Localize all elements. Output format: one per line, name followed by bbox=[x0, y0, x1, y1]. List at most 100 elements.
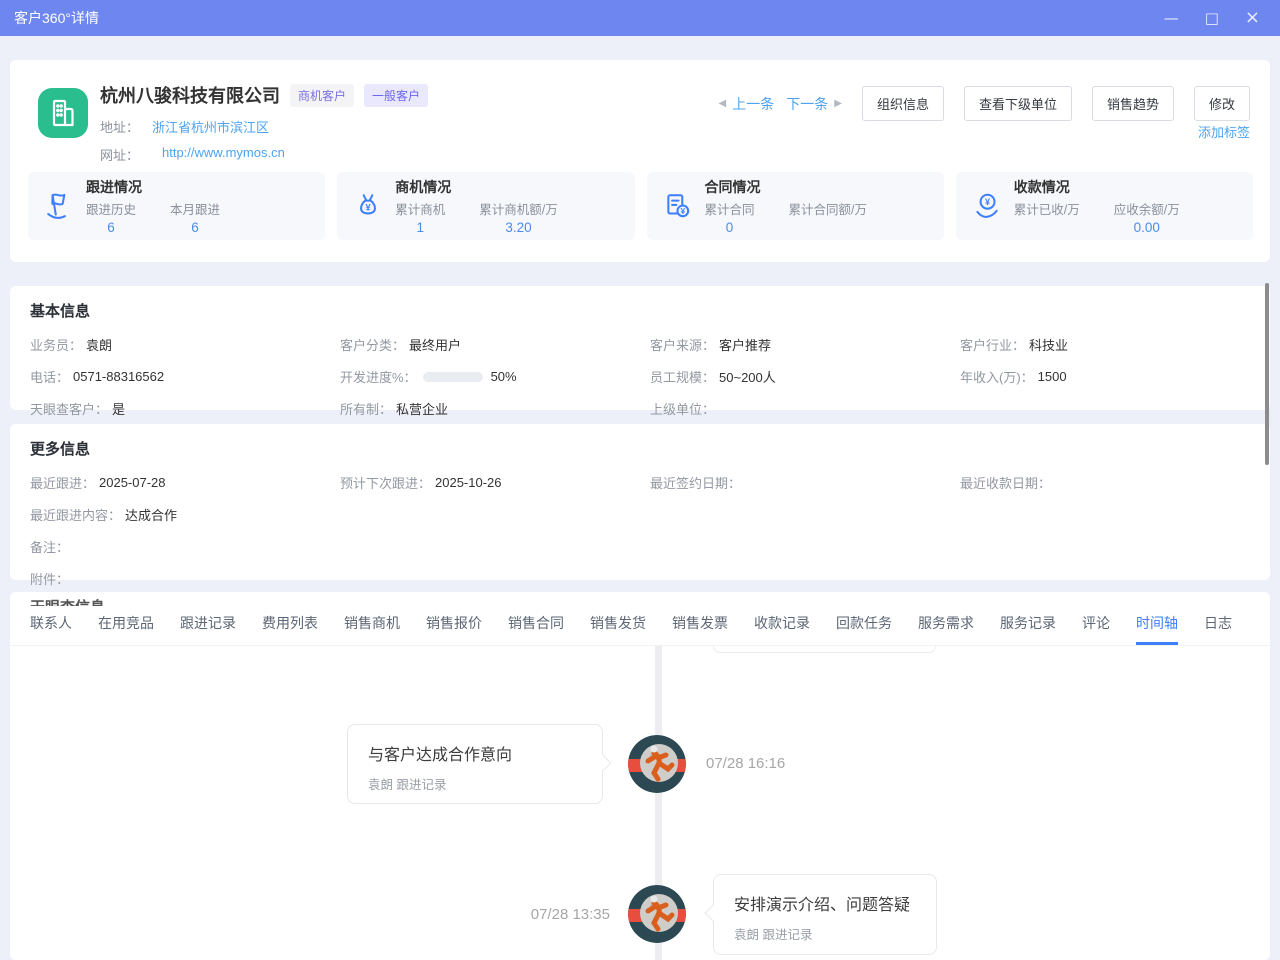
tab-collection-tasks[interactable]: 回款任务 bbox=[836, 606, 892, 645]
sales-trend-button[interactable]: 销售趋势 bbox=[1092, 86, 1174, 121]
tab-sales-contract[interactable]: 销售合同 bbox=[508, 606, 564, 645]
stat-title: 收款情况 bbox=[1014, 177, 1214, 197]
tab-follow-records[interactable]: 跟进记录 bbox=[180, 606, 236, 645]
tab-sales-opportunity[interactable]: 销售商机 bbox=[344, 606, 400, 645]
close-icon[interactable]: × bbox=[1245, 9, 1260, 27]
timeline-entry-card[interactable]: 安排演示介绍、问题答疑 袁朗 跟进记录 bbox=[713, 874, 937, 955]
address-link[interactable]: 浙江省杭州市滨江区 bbox=[152, 117, 269, 136]
website-label: 网址： bbox=[100, 145, 162, 164]
avatar bbox=[628, 885, 686, 943]
next-arrow-icon[interactable]: ▶ bbox=[834, 98, 842, 109]
building-icon bbox=[46, 96, 80, 130]
contract-icon: ¥ bbox=[663, 191, 693, 221]
scrollbar-thumb[interactable] bbox=[1265, 283, 1269, 465]
customer-tag-general: 一般客户 bbox=[364, 84, 428, 107]
tab-logs[interactable]: 日志 bbox=[1204, 606, 1232, 645]
basic-info-card: 基本信息 业务员：袁朗 客户分类：最终用户 客户来源：客户推荐 客户行业：科技业… bbox=[10, 286, 1270, 410]
metric-value: 0 bbox=[705, 220, 755, 236]
timeline-entry-meta: 袁朗 跟进记录 bbox=[734, 924, 916, 943]
progress-percent: 50% bbox=[491, 369, 517, 384]
metric-label: 累计商机额/万 bbox=[479, 199, 557, 218]
field-label: 上级单位： bbox=[650, 399, 715, 418]
prev-record-link[interactable]: 上一条 bbox=[732, 94, 774, 114]
stat-cards-row: 跟进情况 跟进历史 6 本月跟进 6 bbox=[28, 172, 1253, 240]
more-info-title: 更多信息 bbox=[30, 438, 1250, 459]
tab-service-records[interactable]: 服务记录 bbox=[1000, 606, 1056, 645]
timeline-entry-card[interactable]: 与客户达成合作意向 袁朗 跟进记录 bbox=[347, 724, 603, 804]
timeline-partial-card bbox=[713, 646, 936, 653]
detail-tabs-card: 天眼查信息 联系人 在用竞品 跟进记录 费用列表 销售商机 销售报价 销售合同 … bbox=[10, 592, 1270, 960]
maximize-icon[interactable]: □ bbox=[1205, 11, 1219, 26]
tab-contacts[interactable]: 联系人 bbox=[30, 606, 72, 645]
main-content: 杭州八骏科技有限公司 商机客户 一般客户 地址： 浙江省杭州市滨江区 网址： h… bbox=[0, 36, 1280, 960]
metric-label: 累计合同额/万 bbox=[789, 199, 867, 218]
tab-expense-list[interactable]: 费用列表 bbox=[262, 606, 318, 645]
stat-card-opportunity: ¥ 商机情况 累计商机 1 累计商机额/万 3.20 bbox=[337, 172, 634, 240]
company-name: 杭州八骏科技有限公司 bbox=[100, 82, 280, 108]
svg-text:¥: ¥ bbox=[366, 202, 372, 213]
stat-title: 合同情况 bbox=[705, 177, 902, 197]
field-value: 50~200人 bbox=[719, 367, 776, 386]
tab-timeline[interactable]: 时间轴 bbox=[1136, 606, 1178, 645]
svg-text:¥: ¥ bbox=[985, 197, 991, 207]
window-titlebar: 客户360°详情 — □ × bbox=[0, 0, 1280, 36]
field-value: 私营企业 bbox=[396, 399, 448, 418]
metric-label: 跟进历史 bbox=[86, 199, 136, 218]
company-avatar bbox=[38, 88, 88, 138]
tab-sales-delivery[interactable]: 销售发货 bbox=[590, 606, 646, 645]
field-value: 1500 bbox=[1038, 369, 1067, 384]
tab-competitors[interactable]: 在用竞品 bbox=[98, 606, 154, 645]
card-arrow bbox=[705, 905, 722, 922]
field-label: 附件： bbox=[30, 569, 69, 588]
field-label: 开发进度%： bbox=[340, 367, 417, 386]
field-value: 科技业 bbox=[1029, 335, 1068, 354]
field-label: 最近跟进内容： bbox=[30, 505, 121, 524]
edit-button[interactable]: 修改 bbox=[1194, 86, 1250, 121]
stat-title: 跟进情况 bbox=[86, 177, 254, 197]
tab-sales-invoice[interactable]: 销售发票 bbox=[672, 606, 728, 645]
tab-service-demand[interactable]: 服务需求 bbox=[918, 606, 974, 645]
basic-info-title: 基本信息 bbox=[30, 300, 1250, 321]
next-record-link[interactable]: 下一条 bbox=[786, 94, 828, 114]
prev-arrow-icon[interactable]: ◀ bbox=[719, 98, 727, 109]
field-label: 最近收款日期： bbox=[960, 473, 1051, 492]
window-title: 客户360°详情 bbox=[14, 8, 99, 28]
field-label: 最近签约日期： bbox=[650, 473, 741, 492]
field-value: 是 bbox=[112, 399, 125, 418]
tab-payment-records[interactable]: 收款记录 bbox=[754, 606, 810, 645]
progress-bar bbox=[423, 372, 483, 382]
view-subunits-button[interactable]: 查看下级单位 bbox=[964, 86, 1072, 121]
field-label: 天眼查客户： bbox=[30, 399, 108, 418]
field-value: 客户推荐 bbox=[719, 335, 771, 354]
field-label: 预计下次跟进： bbox=[340, 473, 431, 492]
field-label: 电话： bbox=[30, 367, 69, 386]
astronaut-avatar-image bbox=[628, 735, 686, 793]
add-tag-link[interactable]: 添加标签 bbox=[1198, 122, 1250, 141]
receive-payment-icon: ¥ bbox=[972, 191, 1002, 221]
stat-card-contract: ¥ 合同情况 累计合同 0 累计合同额/万 bbox=[647, 172, 944, 240]
field-label: 业务员： bbox=[30, 335, 82, 354]
more-info-card: 更多信息 最近跟进：2025-07-28 预计下次跟进：2025-10-26 最… bbox=[10, 424, 1270, 580]
field-label: 客户分类： bbox=[340, 335, 405, 354]
astronaut-avatar-image bbox=[628, 885, 686, 943]
tab-comments[interactable]: 评论 bbox=[1082, 606, 1110, 645]
field-label: 员工规模： bbox=[650, 367, 715, 386]
minimize-icon[interactable]: — bbox=[1164, 11, 1179, 26]
metric-value: 6 bbox=[86, 220, 136, 236]
field-value: 2025-10-26 bbox=[435, 475, 502, 490]
stat-card-payment: ¥ 收款情况 累计已收/万 应收余额/万 0.00 bbox=[956, 172, 1253, 240]
metric-label: 本月跟进 bbox=[170, 199, 220, 218]
metric-value bbox=[1014, 220, 1080, 236]
field-value: 袁朗 bbox=[86, 335, 112, 354]
timeline-timestamp: 07/28 13:35 bbox=[410, 906, 610, 923]
tab-bar: 联系人 在用竞品 跟进记录 费用列表 销售商机 销售报价 销售合同 销售发货 销… bbox=[10, 606, 1270, 646]
website-link[interactable]: http://www.mymos.cn bbox=[162, 145, 285, 164]
org-info-button[interactable]: 组织信息 bbox=[862, 86, 944, 121]
field-label: 客户来源： bbox=[650, 335, 715, 354]
tab-sales-quote[interactable]: 销售报价 bbox=[426, 606, 482, 645]
card-arrow bbox=[595, 755, 612, 772]
avatar bbox=[628, 735, 686, 793]
customer-tag-opportunity: 商机客户 bbox=[290, 84, 354, 107]
address-label: 地址： bbox=[100, 117, 152, 136]
timeline-entry-title: 与客户达成合作意向 bbox=[368, 741, 582, 765]
